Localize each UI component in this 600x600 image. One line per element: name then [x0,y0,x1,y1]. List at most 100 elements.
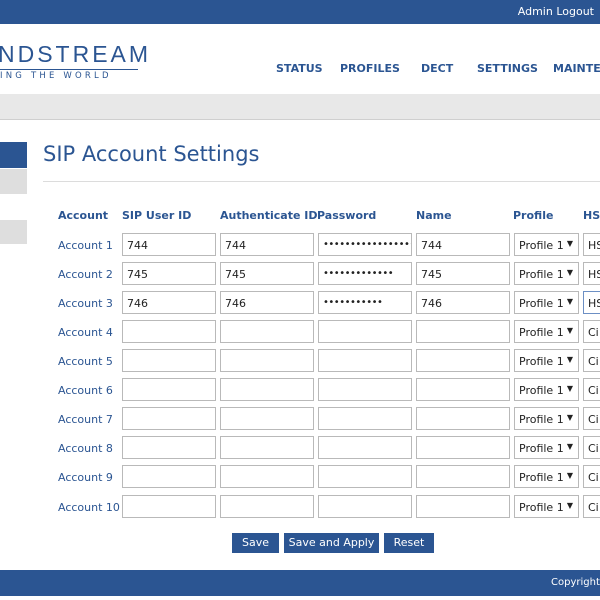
authenticate-id-input[interactable]: 745 [220,262,314,285]
account-row: Account 6 Profile 1 ▼ Ci [0,378,600,402]
logo: NDSTREAM ING THE WORLD [0,41,152,81]
profile-select[interactable]: Profile 1 ▼ [514,436,579,459]
name-input[interactable] [416,495,510,518]
password-input[interactable]: ••••••••••• [318,291,412,314]
nav-profiles[interactable]: PROFILES [340,62,400,75]
password-input[interactable] [318,378,412,401]
dropdown-arrow-icon: ▼ [566,501,573,510]
nav-settings[interactable]: SETTINGS [477,62,538,75]
account-label: Account 1 [58,239,113,252]
hs-select[interactable]: Ci [583,465,600,488]
sip-user-id-input[interactable] [122,320,216,343]
dropdown-arrow-icon: ▼ [566,239,573,248]
profile-select[interactable]: Profile 1 ▼ [514,320,579,343]
account-row: Account 3 746 746 ••••••••••• 746 Profil… [0,291,600,315]
authenticate-id-input[interactable] [220,465,314,488]
password-input[interactable]: ••••••••••••••••••••••• [318,233,412,256]
hs-select[interactable]: Ci [583,349,600,372]
account-row: Account 9 Profile 1 ▼ Ci [0,465,600,489]
authenticate-id-input[interactable] [220,320,314,343]
column-header-name: Name [416,209,452,222]
account-label: Account 2 [58,268,113,281]
account-row: Account 1 744 744 ••••••••••••••••••••••… [0,233,600,257]
profile-select[interactable]: Profile 1 ▼ [514,349,579,372]
sidebar-item-active[interactable] [0,142,27,168]
authenticate-id-input[interactable]: 746 [220,291,314,314]
sub-navigation-bar [0,94,600,120]
profile-select-value: Profile 1 [519,442,564,455]
profile-select-value: Profile 1 [519,355,564,368]
hs-select[interactable]: HS [583,233,600,256]
name-input[interactable] [416,349,510,372]
password-input[interactable] [318,407,412,430]
footer: Copyright © [0,570,600,596]
password-input[interactable] [318,320,412,343]
dropdown-arrow-icon: ▼ [566,471,573,480]
hs-select[interactable]: Ci [583,495,600,518]
profile-select[interactable]: Profile 1 ▼ [514,291,579,314]
profile-select[interactable]: Profile 1 ▼ [514,378,579,401]
sip-user-id-input[interactable] [122,436,216,459]
password-input[interactable] [318,495,412,518]
profile-select-value: Profile 1 [519,384,564,397]
sip-user-id-input[interactable] [122,349,216,372]
authenticate-id-input[interactable] [220,495,314,518]
dropdown-arrow-icon: ▼ [566,326,573,335]
save-button[interactable]: Save [232,533,279,553]
dropdown-arrow-icon: ▼ [566,413,573,422]
admin-link[interactable]: Admin [518,5,553,18]
hs-select[interactable]: HS [583,291,600,314]
hs-select[interactable]: Ci [583,378,600,401]
sip-user-id-input[interactable] [122,378,216,401]
sip-user-id-input[interactable] [122,495,216,518]
authenticate-id-input[interactable]: 744 [220,233,314,256]
profile-select[interactable]: Profile 1 ▼ [514,407,579,430]
hs-select[interactable]: Ci [583,320,600,343]
profile-select[interactable]: Profile 1 ▼ [514,233,579,256]
dropdown-arrow-icon: ▼ [566,355,573,364]
profile-select-value: Profile 1 [519,268,564,281]
logo-brand: NDSTREAM [0,41,152,67]
password-input[interactable]: ••••••••••••• [318,262,412,285]
name-input[interactable] [416,320,510,343]
profile-select[interactable]: Profile 1 ▼ [514,262,579,285]
name-input[interactable] [416,436,510,459]
name-input[interactable] [416,407,510,430]
column-header-hs: HS [583,209,600,222]
authenticate-id-input[interactable] [220,436,314,459]
profile-select[interactable]: Profile 1 ▼ [514,495,579,518]
dropdown-arrow-icon: ▼ [566,297,573,306]
profile-select[interactable]: Profile 1 ▼ [514,465,579,488]
reset-button[interactable]: Reset [384,533,434,553]
sip-user-id-input[interactable]: 745 [122,262,216,285]
name-input[interactable] [416,465,510,488]
nav-maintenance[interactable]: MAINTEN [553,62,600,75]
name-input[interactable]: 746 [416,291,510,314]
column-header-sip-user-id: SIP User ID [122,209,192,222]
account-label: Account 10 [58,501,120,514]
sidebar-item[interactable] [0,169,27,194]
name-input[interactable]: 744 [416,233,510,256]
authenticate-id-input[interactable] [220,407,314,430]
hs-select[interactable]: Ci [583,407,600,430]
save-and-apply-button[interactable]: Save and Apply [284,533,379,553]
hs-select[interactable]: Ci [583,436,600,459]
sip-user-id-input[interactable]: 746 [122,291,216,314]
name-input[interactable]: 745 [416,262,510,285]
logout-link[interactable]: Logout [556,5,594,18]
hs-select[interactable]: HS [583,262,600,285]
sip-user-id-input[interactable] [122,407,216,430]
name-input[interactable] [416,378,510,401]
dropdown-arrow-icon: ▼ [566,268,573,277]
sip-user-id-input[interactable]: 744 [122,233,216,256]
sip-user-id-input[interactable] [122,465,216,488]
authenticate-id-input[interactable] [220,378,314,401]
password-input[interactable] [318,465,412,488]
title-divider [43,181,600,182]
nav-status[interactable]: STATUS [276,62,323,75]
password-input[interactable] [318,436,412,459]
copyright-text: Copyright © [551,577,600,588]
password-input[interactable] [318,349,412,372]
authenticate-id-input[interactable] [220,349,314,372]
nav-dect[interactable]: DECT [421,62,453,75]
